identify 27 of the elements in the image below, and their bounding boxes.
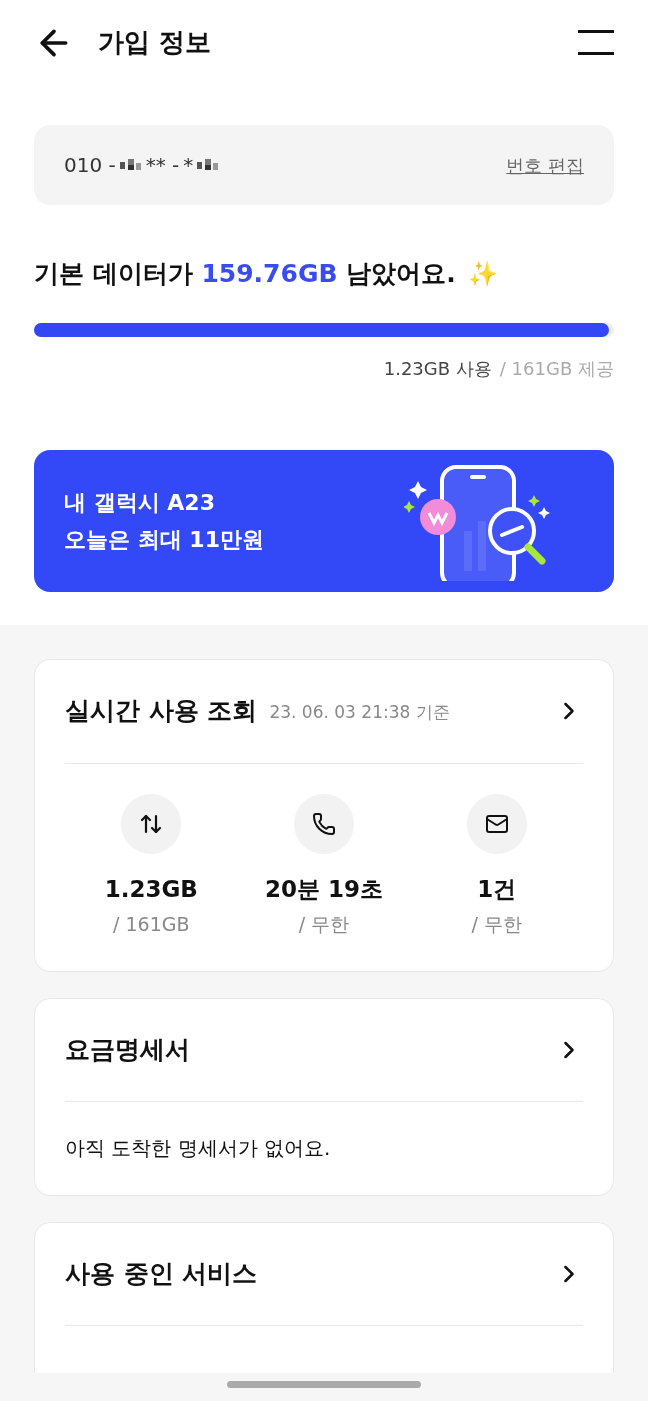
card-title: 요금명세서 <box>65 1033 190 1066</box>
stat-value: 1건 <box>477 874 517 904</box>
stat-limit: / 161GB <box>113 912 190 937</box>
banner-title: 내 갤럭시 A23 <box>64 488 216 517</box>
phone-icon <box>312 811 336 836</box>
phone-last: * <box>183 152 194 179</box>
promo-banner[interactable]: 내 갤럭시 A23 오늘은 최대 11만원 <box>34 449 614 592</box>
data-provided: / 161GB 제공 <box>499 356 614 381</box>
stat-value: 1.23GB <box>104 874 198 904</box>
bill-empty-message: 아직 도착한 명세서가 없어요. <box>65 1135 331 1162</box>
stat-value: 20분 19초 <box>264 874 383 904</box>
page-title: 가입 정보 <box>98 26 212 59</box>
stat-limit: / 무한 <box>471 912 522 937</box>
data-remaining-headline: 기본 데이터가 159.76GB 남았어요. <box>34 258 456 290</box>
redacted-digits <box>119 159 142 171</box>
stat-limit: / 무한 <box>298 912 350 937</box>
usage-timestamp: 23. 06. 03 21:38 기준 <box>269 701 450 725</box>
data-used: 1.23GB 사용 <box>383 356 492 381</box>
edit-number-link[interactable]: 번호 편집 <box>506 151 584 179</box>
sparkles-icon: ✨ <box>467 255 498 292</box>
card-title: 사용 중인 서비스 <box>65 1257 258 1290</box>
redacted-digits <box>197 159 220 171</box>
phone-prefix: 010 - <box>64 152 116 179</box>
menu-icon[interactable] <box>578 27 614 58</box>
phone-middle: ** - <box>145 152 180 179</box>
banner-subtitle: 오늘은 최대 11만원 <box>64 525 264 554</box>
card-title: 실시간 사용 조회 <box>65 695 258 728</box>
